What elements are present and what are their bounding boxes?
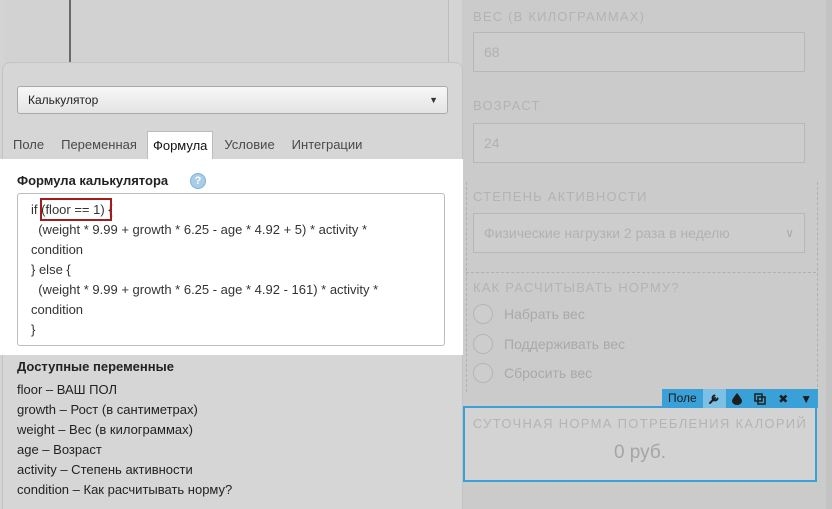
weight-input[interactable]: 68	[473, 32, 805, 72]
radio-lose-weight[interactable]	[473, 363, 493, 383]
formula-line: (weight * 9.99 + growth * 6.25 - age * 4…	[31, 282, 379, 297]
result-value: 0 руб.	[613, 442, 667, 463]
field-toolbar: Поле ✖ ▼	[662, 389, 818, 408]
tab-formula[interactable]: Формула	[146, 131, 214, 160]
chevron-down-icon: ∨	[785, 226, 794, 240]
formula-title: Формула калькулятора	[17, 173, 169, 188]
radio-label: Набрать вес	[504, 306, 585, 322]
drop-icon[interactable]	[726, 389, 749, 408]
field-separator	[466, 272, 816, 273]
field-toolbar-label[interactable]: Поле	[662, 389, 703, 408]
activity-label: СТЕПЕНЬ АКТИВНОСТИ	[473, 189, 648, 204]
copy-icon[interactable]	[749, 389, 772, 408]
variable-item: condition – Как расчитывать норму?	[17, 482, 233, 497]
variable-item: growth – Рост (в сантиметрах)	[17, 402, 198, 417]
norm-label: КАК РАСЧИТЫВАТЬ НОРМУ?	[473, 280, 680, 295]
radio-label: Поддерживать вес	[504, 336, 626, 352]
scrollbar-track[interactable]	[826, 0, 832, 509]
variable-item: activity – Степень активности	[17, 462, 193, 477]
tab-field[interactable]: Поле	[2, 131, 50, 159]
wrench-icon[interactable]	[702, 389, 726, 408]
formula-line: }	[31, 322, 36, 337]
variable-item: age – Возраст	[17, 442, 102, 457]
highlight-annotation	[40, 198, 112, 221]
variables-title: Доступные переменные	[17, 359, 174, 374]
radio-label: Сбросить вес	[504, 365, 593, 381]
tab-condition[interactable]: Условие	[213, 131, 280, 159]
caret-down-icon[interactable]: ▼	[795, 389, 818, 408]
radio-gain-weight[interactable]	[473, 304, 493, 324]
field-type-value: Калькулятор	[28, 93, 99, 107]
tab-integrations[interactable]: Интеграции	[281, 131, 369, 159]
age-label: ВОЗРАСТ	[473, 98, 541, 113]
radio-keep-weight[interactable]	[473, 334, 493, 354]
variable-item: weight – Вес (в килограммах)	[17, 422, 193, 437]
field-type-select[interactable]: Калькулятор ▼	[17, 86, 448, 114]
selected-result-field[interactable]: СУТОЧНАЯ НОРМА ПОТРЕБЛЕНИЯ КАЛОРИЙ 0 руб…	[463, 406, 817, 482]
activity-select[interactable]: Физические нагрузки 2 раза в неделю ∨	[473, 213, 805, 253]
variable-item: floor – ВАШ ПОЛ	[17, 382, 118, 397]
divider	[69, 0, 71, 64]
caret-down-icon: ▼	[429, 95, 438, 105]
help-icon[interactable]: ?	[190, 173, 206, 189]
formula-line: condition	[31, 302, 84, 317]
formula-line: condition	[31, 242, 84, 257]
activity-select-value: Физические нагрузки 2 раза в неделю	[484, 225, 730, 241]
age-input[interactable]: 24	[473, 123, 805, 163]
panel-tabs: Поле Переменная Формула Условие Интеграц…	[2, 131, 369, 160]
formula-line: } else {	[31, 262, 71, 277]
weight-label: ВЕС (В КИЛОГРАММАХ)	[473, 9, 646, 24]
formula-line: (weight * 9.99 + growth * 6.25 - age * 4…	[31, 222, 368, 237]
tab-variable[interactable]: Переменная	[50, 131, 143, 159]
close-icon[interactable]: ✖	[772, 389, 795, 408]
result-title: СУТОЧНАЯ НОРМА ПОТРЕБЛЕНИЯ КАЛОРИЙ	[472, 416, 808, 431]
